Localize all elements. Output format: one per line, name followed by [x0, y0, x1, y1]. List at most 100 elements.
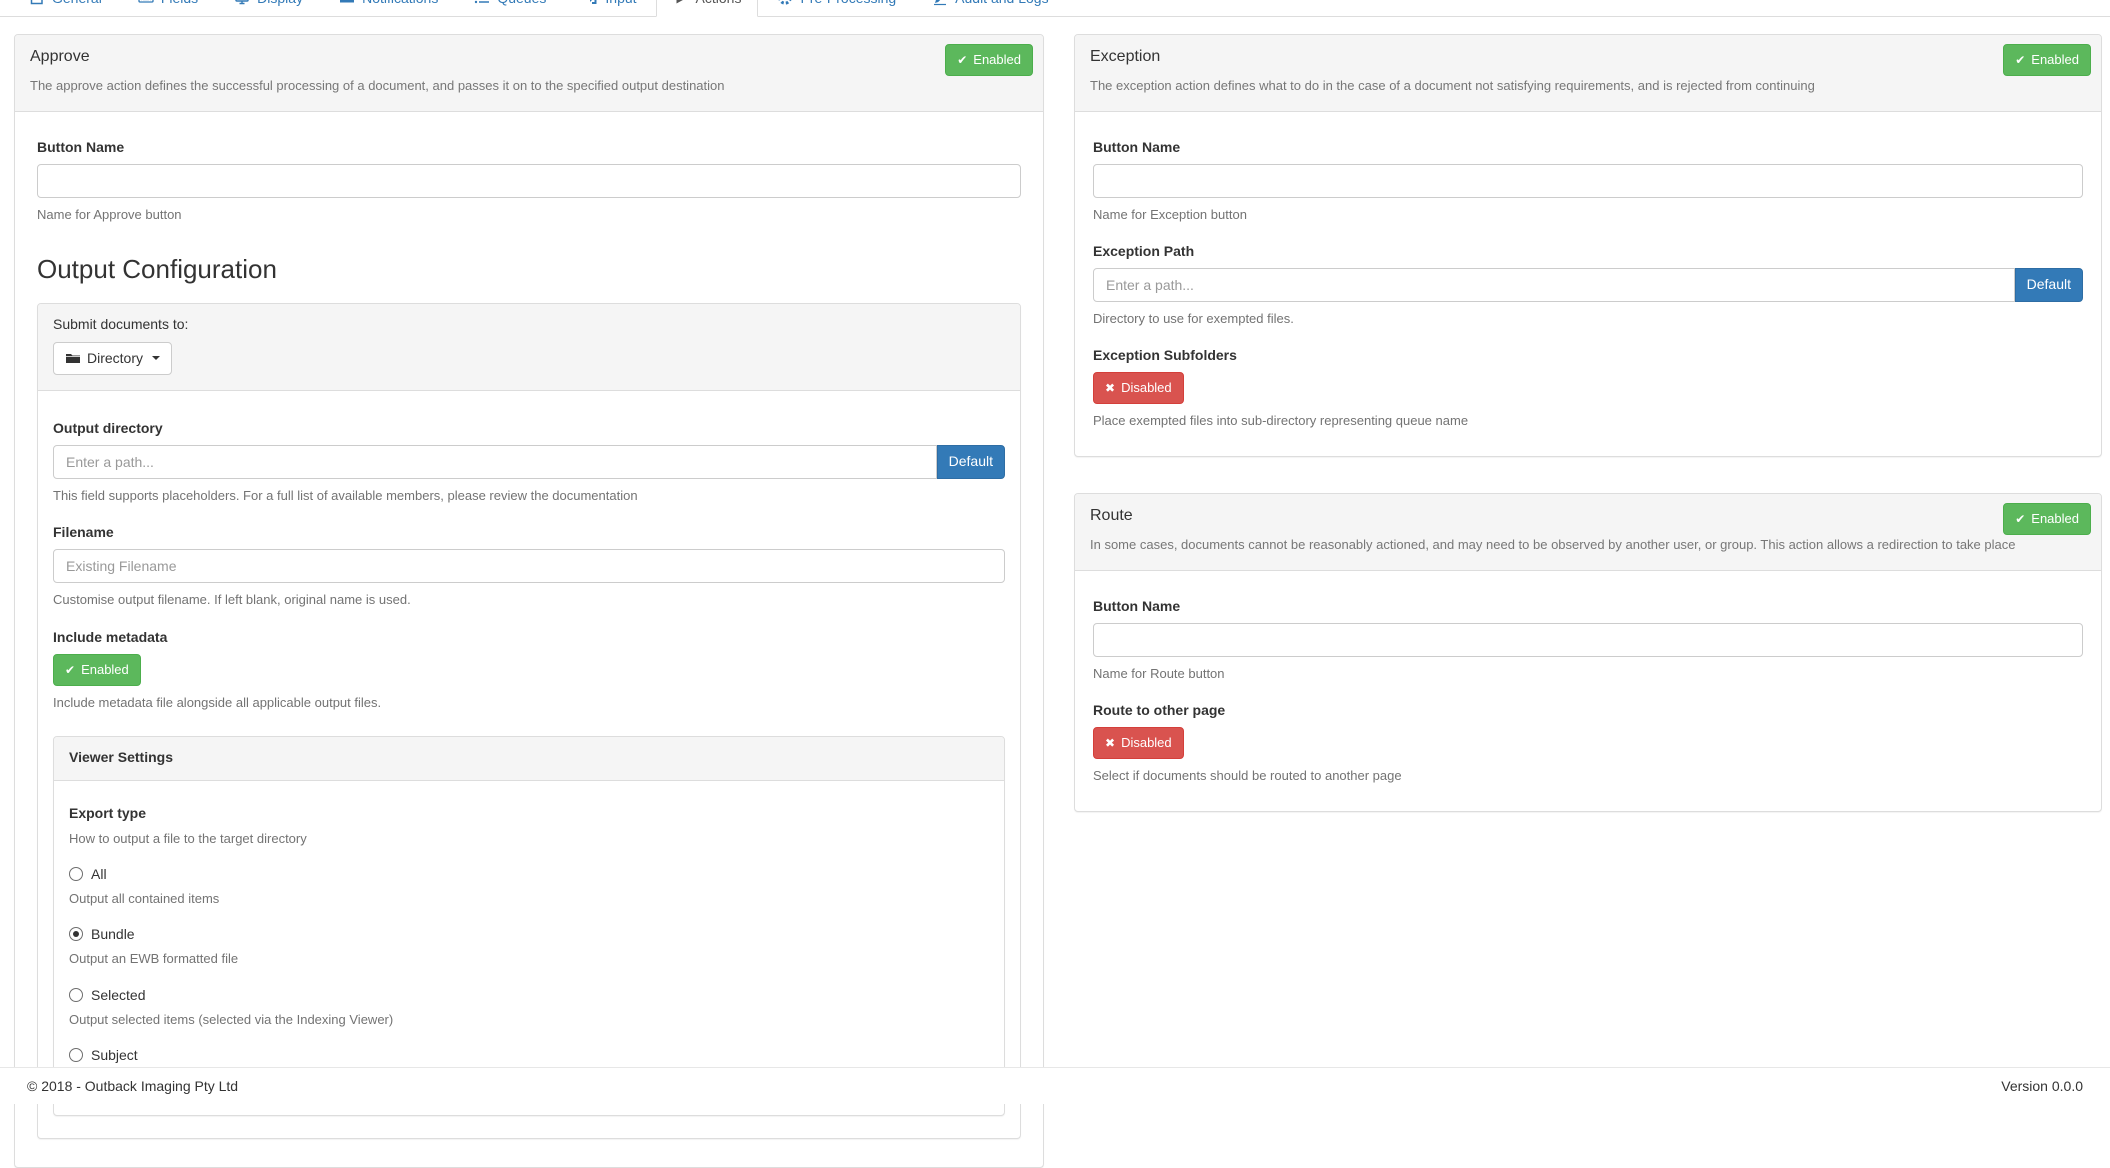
- tab-actions[interactable]: Actions: [656, 0, 759, 17]
- include-metadata-help: Include metadata file alongside all appl…: [53, 694, 1005, 712]
- approve-enabled-toggle[interactable]: Enabled: [945, 44, 1033, 76]
- filename-help: Customise output filename. If left blank…: [53, 591, 1005, 609]
- sign-in-icon: [582, 0, 598, 6]
- output-directory-label: Output directory: [53, 420, 1005, 436]
- approve-panel-heading: Approve Enabled The approve action defin…: [15, 35, 1043, 112]
- route-description: In some cases, documents cannot be reaso…: [1090, 535, 2046, 555]
- nav-tabs: General Fields Display Notifications Que…: [12, 0, 2098, 16]
- exception-button-name-input[interactable]: [1093, 164, 2083, 198]
- tab-label: General: [52, 0, 102, 6]
- audit-pencil-icon: [932, 0, 948, 6]
- export-type-help: How to output a file to the target direc…: [69, 830, 989, 848]
- route-panel-heading: Route Enabled In some cases, documents c…: [1075, 494, 2101, 571]
- exception-enabled-toggle[interactable]: Enabled: [2003, 44, 2091, 76]
- approve-status-label: Enabled: [973, 51, 1021, 69]
- exception-panel-heading: Exception Enabled The exception action d…: [1075, 35, 2101, 112]
- viewer-settings-body: Export type How to output a file to the …: [54, 781, 1004, 1115]
- radio-icon[interactable]: [69, 867, 83, 881]
- tab-pre-processing[interactable]: Pre-Processing: [760, 0, 913, 17]
- destination-dropdown-button[interactable]: Directory: [53, 342, 172, 376]
- output-configuration-heading: Output Configuration: [37, 254, 1021, 285]
- route-button-name-label: Button Name: [1093, 598, 2083, 614]
- exception-subfolders-toggle[interactable]: Disabled: [1093, 372, 1184, 404]
- submit-documents-heading: Submit documents to: Directory: [38, 304, 1020, 392]
- folder-icon: [65, 350, 81, 366]
- route-button-name-input[interactable]: [1093, 623, 2083, 657]
- keyboard-icon: [138, 0, 154, 6]
- exception-subfolders-help: Place exempted files into sub-directory …: [1093, 412, 2083, 430]
- viewer-settings-heading: Viewer Settings: [54, 737, 1004, 781]
- export-type-option-all[interactable]: All: [69, 866, 989, 882]
- filename-input[interactable]: [53, 549, 1005, 583]
- route-panel: Route Enabled In some cases, documents c…: [1074, 493, 2102, 812]
- route-to-other-page-status-label: Disabled: [1121, 734, 1172, 752]
- exception-status-label: Enabled: [2031, 51, 2079, 69]
- tab-general[interactable]: General: [12, 0, 119, 17]
- tab-label: Audit and Logs: [955, 0, 1048, 6]
- route-button-name-help: Name for Route button: [1093, 665, 2083, 683]
- export-type-option-bundle-help: Output an EWB formatted file: [69, 950, 989, 968]
- export-type-option-selected[interactable]: Selected: [69, 987, 989, 1003]
- export-type-option-bundle[interactable]: Bundle: [69, 926, 989, 942]
- export-type-option-selected-help: Output selected items (selected via the …: [69, 1011, 989, 1029]
- export-type-option-subject[interactable]: Subject: [69, 1047, 989, 1063]
- radio-option-label: Selected: [91, 987, 145, 1003]
- check-icon: [2015, 510, 2025, 528]
- exception-path-input[interactable]: [1093, 268, 2015, 302]
- radio-selected-icon[interactable]: [69, 927, 83, 941]
- tab-notifications[interactable]: Notifications: [322, 0, 455, 17]
- approve-button-name-help: Name for Approve button: [37, 206, 1021, 224]
- radio-icon[interactable]: [69, 988, 83, 1002]
- radio-icon[interactable]: [69, 1048, 83, 1062]
- route-to-other-page-toggle[interactable]: Disabled: [1093, 727, 1184, 759]
- route-to-other-page-help: Select if documents should be routed to …: [1093, 767, 2083, 785]
- approve-description: The approve action defines the successfu…: [30, 76, 988, 96]
- export-type-label: Export type: [69, 805, 989, 821]
- gears-icon: [777, 0, 793, 6]
- approve-panel-body: Button Name Name for Approve button Outp…: [15, 112, 1043, 1167]
- content-area: Approve Enabled The approve action defin…: [0, 17, 2110, 1168]
- tab-queues[interactable]: Queues: [457, 0, 563, 17]
- x-icon: [1105, 379, 1115, 397]
- edit-icon: [29, 0, 45, 6]
- exception-path-help: Directory to use for exempted files.: [1093, 310, 2083, 328]
- output-directory-default-button[interactable]: Default: [937, 445, 1005, 479]
- viewer-settings-title: Viewer Settings: [69, 749, 989, 765]
- tab-fields[interactable]: Fields: [121, 0, 215, 17]
- tab-label: Display: [257, 0, 303, 6]
- tab-label: Pre-Processing: [800, 0, 896, 6]
- footer-copyright: © 2018 - Outback Imaging Pty Ltd: [27, 1078, 238, 1094]
- approve-button-name-input[interactable]: [37, 164, 1021, 198]
- footer-version: Version 0.0.0: [2001, 1078, 2083, 1094]
- route-to-other-page-label: Route to other page: [1093, 702, 2083, 718]
- approve-button-name-label: Button Name: [37, 139, 1021, 155]
- radio-option-label: All: [91, 866, 107, 882]
- route-enabled-toggle[interactable]: Enabled: [2003, 503, 2091, 535]
- radio-option-label: Subject: [91, 1047, 138, 1063]
- tab-display[interactable]: Display: [217, 0, 320, 17]
- route-status-label: Enabled: [2031, 510, 2079, 528]
- caret-down-icon: [152, 356, 160, 360]
- tab-input[interactable]: Input: [565, 0, 653, 17]
- exception-subfolders-status-label: Disabled: [1121, 379, 1172, 397]
- play-icon: [673, 0, 689, 6]
- include-metadata-label: Include metadata: [53, 629, 1005, 645]
- check-icon: [957, 51, 967, 69]
- tab-audit-and-logs[interactable]: Audit and Logs: [915, 0, 1065, 17]
- x-icon: [1105, 734, 1115, 752]
- filename-label: Filename: [53, 524, 1005, 540]
- envelope-icon: [339, 0, 355, 6]
- tab-label: Queues: [497, 0, 546, 6]
- tab-label: Notifications: [362, 0, 438, 6]
- check-icon: [2015, 51, 2025, 69]
- footer: © 2018 - Outback Imaging Pty Ltd Version…: [0, 1067, 2110, 1104]
- output-directory-input[interactable]: [53, 445, 937, 479]
- route-panel-body: Button Name Name for Route button Route …: [1075, 571, 2101, 812]
- output-directory-help: This field supports placeholders. For a …: [53, 487, 1005, 505]
- exception-path-default-button[interactable]: Default: [2015, 268, 2083, 302]
- include-metadata-toggle[interactable]: Enabled: [53, 654, 141, 686]
- exception-panel-body: Button Name Name for Exception button Ex…: [1075, 112, 2101, 457]
- exception-subfolders-label: Exception Subfolders: [1093, 347, 2083, 363]
- exception-panel: Exception Enabled The exception action d…: [1074, 34, 2102, 457]
- check-icon: [65, 661, 75, 679]
